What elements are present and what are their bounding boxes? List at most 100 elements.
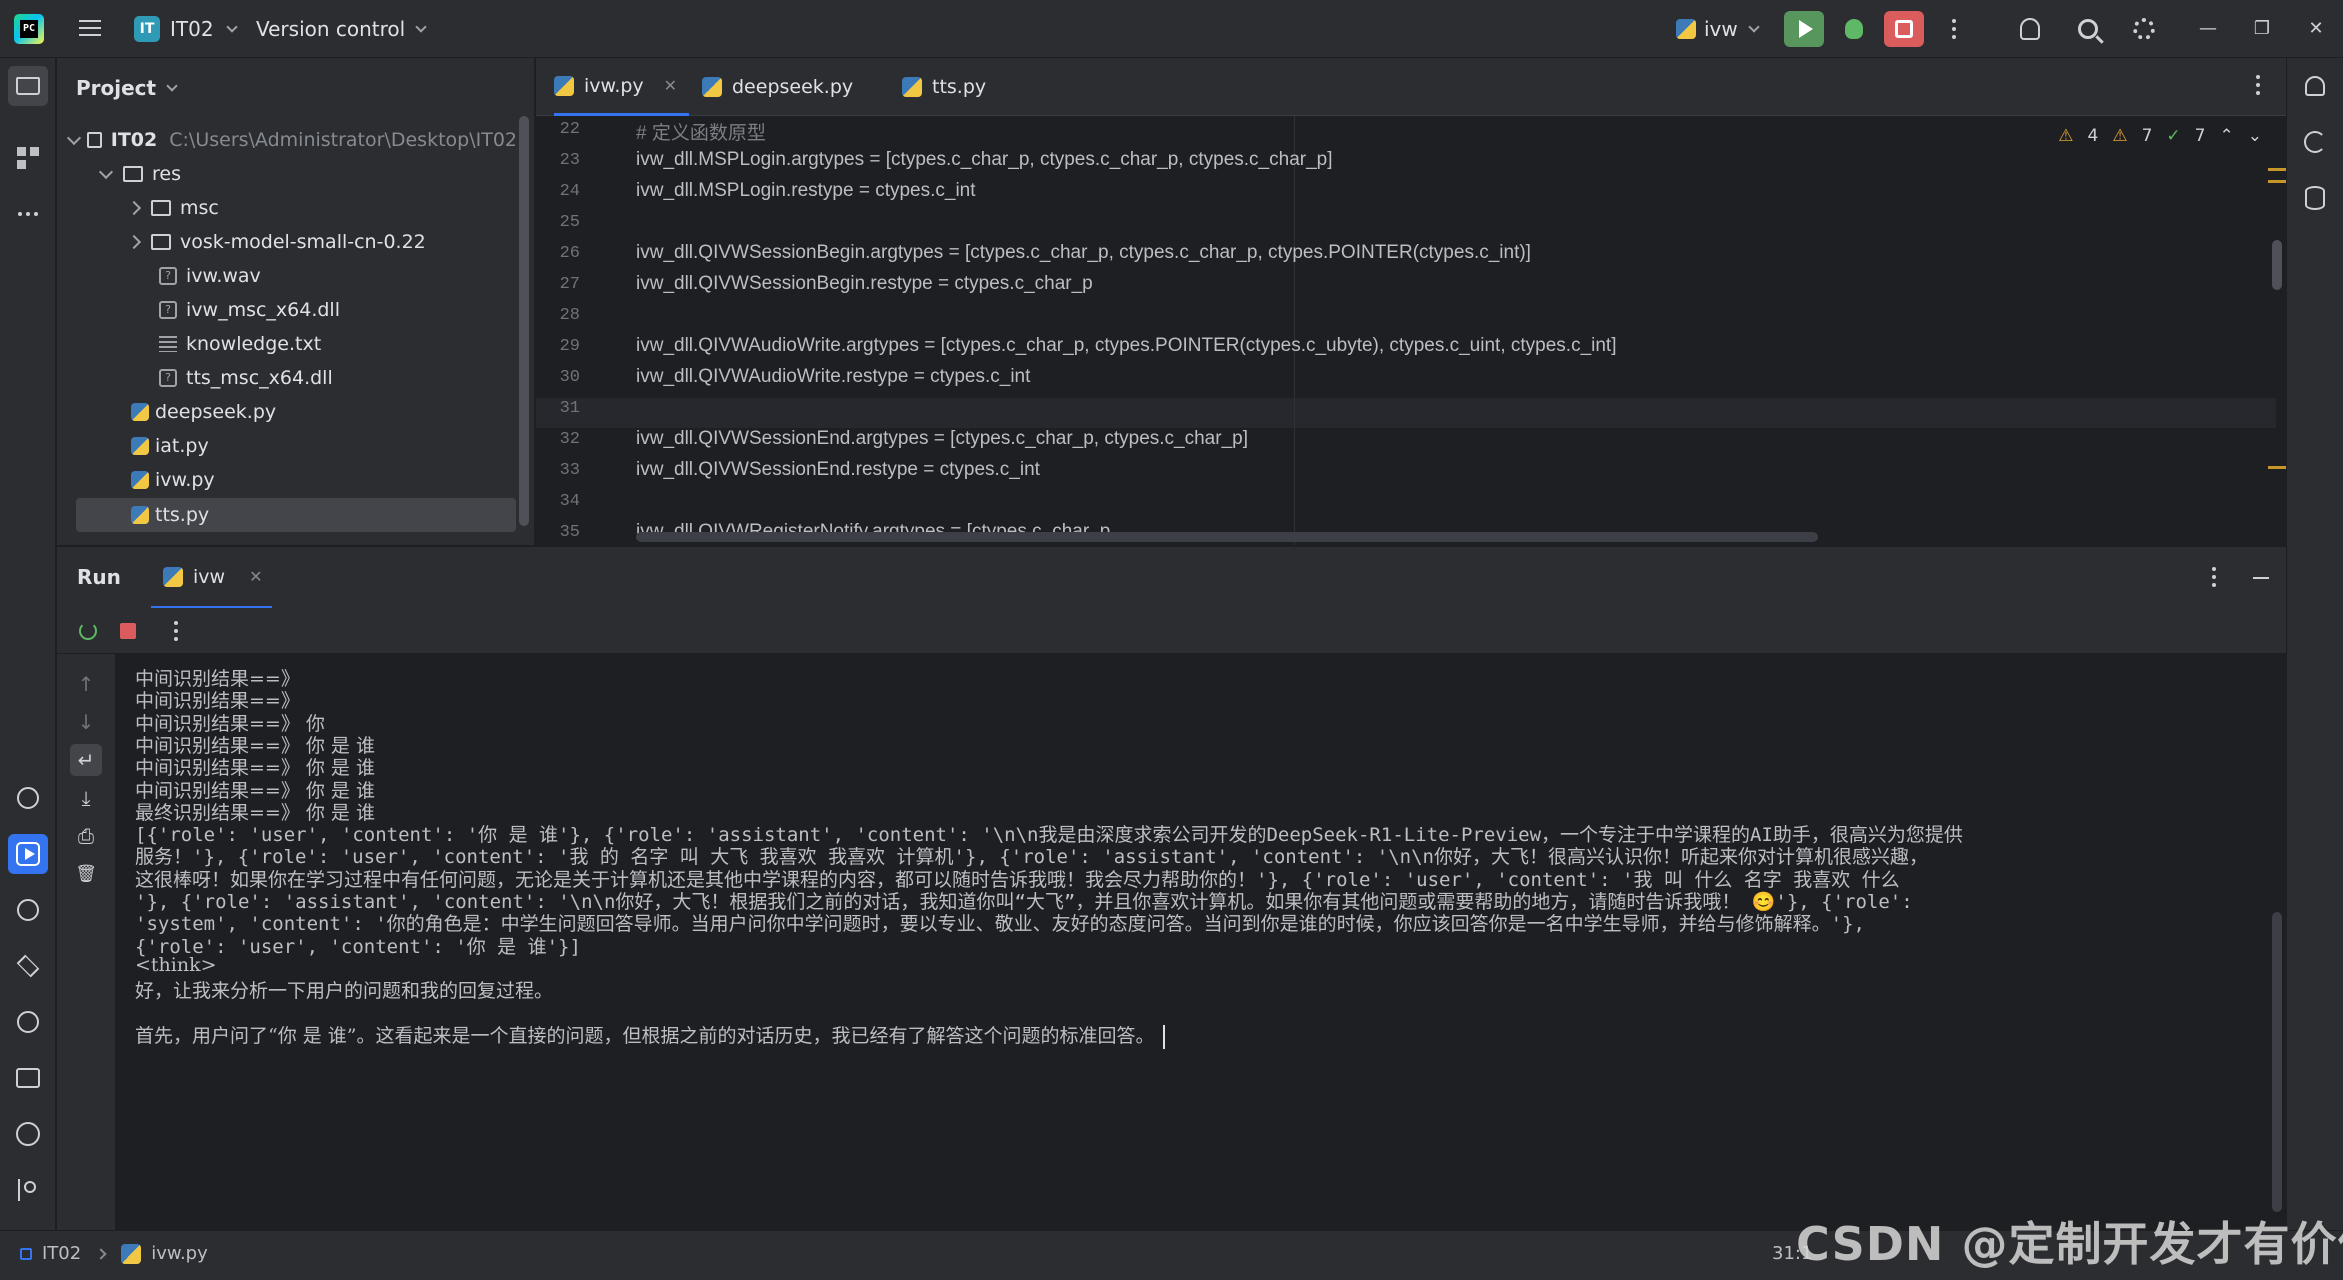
code-line[interactable]: ivw_dll.QIVWSessionEnd.argtypes = [ctype…: [636, 428, 1248, 450]
rerun-button[interactable]: [1784, 11, 1824, 47]
close-tab-icon[interactable]: ✕: [664, 76, 677, 95]
services-tool-button[interactable]: [8, 1002, 48, 1042]
collapse-arrow-icon[interactable]: [123, 237, 145, 247]
trash-icon[interactable]: 🗑: [70, 858, 102, 890]
tab-ivw-py[interactable]: ivw.py ✕: [554, 58, 690, 116]
line-number[interactable]: 28: [536, 306, 580, 325]
line-number[interactable]: 24: [536, 182, 580, 201]
structure-tool-button[interactable]: [8, 138, 48, 178]
line-number[interactable]: 31: [536, 399, 580, 418]
scroll-down-icon[interactable]: ↓: [70, 706, 102, 738]
project-switcher[interactable]: IT IT02: [134, 14, 238, 44]
run-more-button[interactable]: [161, 616, 191, 646]
line-number[interactable]: 22: [536, 120, 580, 139]
tree-item-file[interactable]: ? tts_msc_x64.dll: [57, 361, 517, 395]
soft-wrap-icon[interactable]: ↵: [70, 744, 102, 776]
hide-panel-icon[interactable]: [2253, 577, 2269, 579]
settings-button[interactable]: [2124, 11, 2164, 47]
tree-item-python-file-selected[interactable]: tts.py: [76, 498, 516, 532]
tree-item-file[interactable]: knowledge.txt: [57, 327, 517, 361]
expand-arrow-icon[interactable]: [67, 137, 81, 143]
code-with-me-button[interactable]: [2010, 11, 2050, 47]
more-tool-windows-button[interactable]: [8, 194, 48, 234]
editor-vertical-scrollbar[interactable]: [2272, 240, 2282, 290]
warning-stripe-marker[interactable]: [2268, 466, 2286, 469]
run-console-output[interactable]: 中间识别结果==》 中间识别结果==》 中间识别结果==》 你中间识别结果==》 你…: [115, 654, 2286, 1230]
scroll-up-icon[interactable]: ↑: [70, 668, 102, 700]
more-actions-button[interactable]: [1934, 11, 1974, 47]
tree-item-file[interactable]: ? ivw_msc_x64.dll: [57, 293, 517, 327]
tree-item-python-file[interactable]: ivw.py: [57, 463, 517, 497]
stop-run-button[interactable]: [113, 616, 143, 646]
tree-item-folder[interactable]: res: [57, 157, 517, 191]
breadcrumb-file[interactable]: ivw.py: [151, 1243, 208, 1264]
console-vertical-scrollbar[interactable]: [2272, 912, 2282, 1212]
line-number[interactable]: 23: [536, 151, 580, 170]
project-tool-button[interactable]: [8, 66, 48, 106]
close-window-button[interactable]: ✕: [2296, 12, 2336, 44]
code-line[interactable]: ivw_dll.QIVWSessionBegin.argtypes = [cty…: [636, 242, 1531, 264]
scroll-to-end-icon[interactable]: ⤓: [70, 782, 102, 814]
run-tab-ivw[interactable]: ivw ✕: [151, 547, 273, 609]
project-panel-title[interactable]: Project: [76, 76, 178, 100]
line-number[interactable]: 34: [536, 492, 580, 511]
warning-stripe-marker[interactable]: [2268, 168, 2286, 171]
tree-item-folder[interactable]: vosk-model-small-cn-0.22: [57, 225, 517, 259]
close-tab-icon[interactable]: ✕: [249, 567, 262, 586]
code-line[interactable]: ivw_dll.QIVWAudioWrite.restype = ctypes.…: [636, 366, 1030, 388]
ai-assistant-tool-button[interactable]: [8, 778, 48, 818]
tab-deepseek-py[interactable]: deepseek.py: [702, 58, 853, 116]
expand-arrow-icon[interactable]: [95, 171, 117, 177]
collapse-arrow-icon[interactable]: [123, 203, 145, 213]
code-line[interactable]: ivw_dll.QIVWSessionBegin.restype = ctype…: [636, 273, 1093, 295]
problems-tool-button[interactable]: [8, 1114, 48, 1154]
inspection-widget[interactable]: ⚠ 4 ⚠ 7 ✓ 7 ⌃ ⌄: [2058, 126, 2262, 146]
code-line[interactable]: ivw_dll.MSPLogin.restype = ctypes.c_int: [636, 180, 976, 202]
tab-tts-py[interactable]: tts.py: [902, 58, 986, 116]
line-number[interactable]: 25: [536, 213, 580, 232]
restore-window-button[interactable]: ❐: [2242, 12, 2282, 44]
tree-item-file[interactable]: ? ivw.wav: [57, 259, 517, 293]
pycharm-logo-icon[interactable]: PC: [14, 14, 44, 44]
terminal-tool-button[interactable]: [8, 1058, 48, 1098]
code-line[interactable]: # 定义函数原型: [636, 118, 766, 145]
line-number[interactable]: 29: [536, 337, 580, 356]
tree-item-python-file[interactable]: deepseek.py: [57, 395, 517, 429]
code-line[interactable]: ivw_dll.MSPLogin.argtypes = [ctypes.c_ch…: [636, 149, 1333, 171]
search-everywhere-button[interactable]: [2068, 11, 2108, 47]
notifications-tool-button[interactable]: [2295, 66, 2335, 106]
database-tool-button[interactable]: [2295, 178, 2335, 218]
main-menu-icon[interactable]: [76, 14, 104, 42]
rerun-button[interactable]: [73, 616, 103, 646]
print-icon[interactable]: ⎙: [70, 820, 102, 852]
warning-stripe-marker[interactable]: [2268, 180, 2286, 183]
line-number[interactable]: 32: [536, 430, 580, 449]
minimize-window-button[interactable]: —: [2188, 12, 2228, 44]
project-scrollbar[interactable]: [519, 116, 529, 526]
line-number[interactable]: 33: [536, 461, 580, 480]
git-tool-button[interactable]: [8, 1170, 48, 1210]
line-number[interactable]: 30: [536, 368, 580, 387]
tree-item-python-file[interactable]: iat.py: [57, 429, 517, 463]
previous-problem-icon[interactable]: ⌃: [2220, 126, 2234, 146]
code-editor[interactable]: 22 # 定义函数原型 23 ivw_dll.MSPLogin.argtypes = …: [536, 116, 2286, 545]
line-number[interactable]: 26: [536, 244, 580, 263]
editor-tabs-menu-icon[interactable]: [2256, 75, 2260, 95]
stop-button[interactable]: [1884, 11, 1924, 47]
editor-horizontal-scrollbar[interactable]: [636, 532, 1818, 542]
ai-tool-button[interactable]: [2295, 122, 2335, 162]
tree-item-root[interactable]: IT02 C:\Users\Administrator\Desktop\IT02: [57, 123, 517, 157]
line-number[interactable]: 27: [536, 275, 580, 294]
line-number[interactable]: 35: [536, 523, 580, 542]
code-line[interactable]: ivw_dll.QIVWAudioWrite.argtypes = [ctype…: [636, 335, 1616, 357]
run-configuration-selector[interactable]: ivw: [1676, 14, 1760, 44]
debug-button[interactable]: [1834, 11, 1874, 47]
breadcrumb-project[interactable]: IT02: [42, 1243, 81, 1264]
tree-item-folder[interactable]: msc: [57, 191, 517, 225]
run-options-icon[interactable]: [2212, 567, 2216, 587]
code-line[interactable]: ivw_dll.QIVWSessionEnd.restype = ctypes.…: [636, 459, 1040, 481]
version-control-menu[interactable]: Version control: [256, 14, 427, 44]
python-console-tool-button[interactable]: [8, 890, 48, 930]
next-problem-icon[interactable]: ⌄: [2248, 126, 2262, 146]
python-packages-tool-button[interactable]: [8, 946, 48, 986]
